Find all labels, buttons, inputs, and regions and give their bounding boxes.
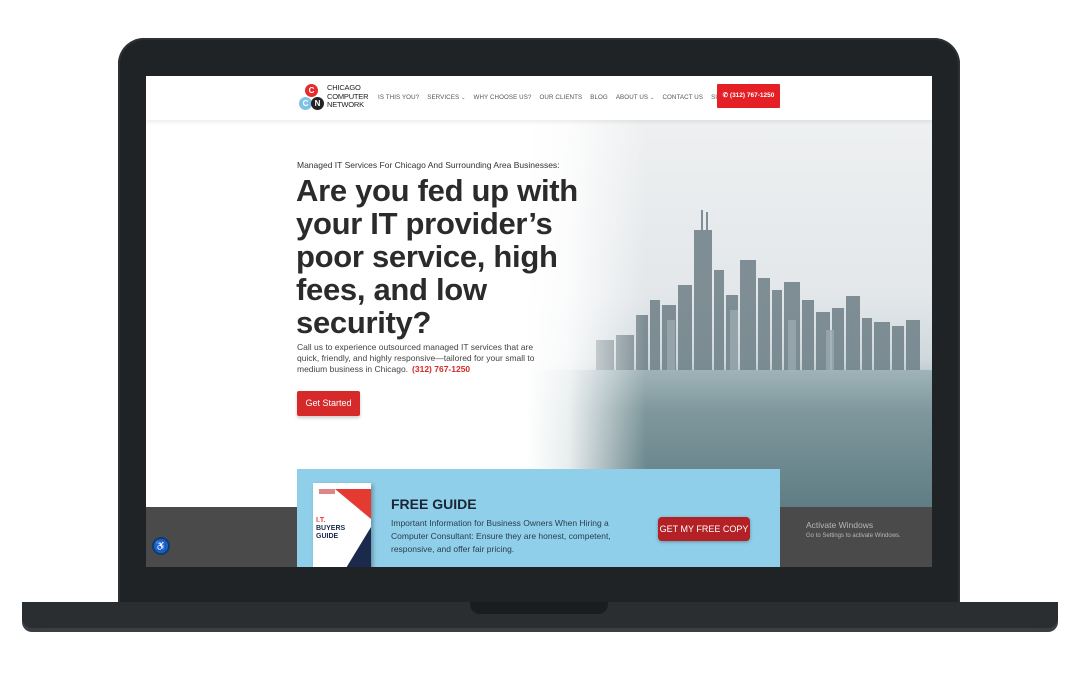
accessibility-icon[interactable]: ♿ bbox=[154, 539, 168, 553]
book-title-line: I.T. bbox=[316, 517, 326, 524]
nav-label: BLOG bbox=[590, 94, 608, 101]
nav-label: OUR CLIENTS bbox=[539, 94, 583, 101]
buyers-guide-book-image: I.T. BUYERS GUIDE bbox=[313, 483, 371, 567]
nav-label: IS THIS YOU? bbox=[378, 94, 420, 101]
book-graphic bbox=[343, 527, 371, 567]
laptop-foot bbox=[44, 628, 1036, 632]
logo-text: CHICAGO COMPUTER NETWORK bbox=[327, 83, 369, 110]
main-nav: IS THIS YOU? SERVICES ⌄ WHY CHOOSE US? OU… bbox=[378, 94, 742, 101]
book-logo bbox=[319, 489, 335, 494]
logo-line-3: NETWORK bbox=[327, 100, 364, 109]
nav-label: CONTACT US bbox=[662, 94, 704, 101]
book-title-line: BUYERS bbox=[316, 525, 346, 532]
logo-circle-c: C bbox=[305, 84, 318, 97]
nav-item-why-choose-us[interactable]: WHY CHOOSE US? bbox=[474, 94, 532, 101]
get-started-button[interactable]: Get Started bbox=[297, 391, 360, 416]
hero-title: Are you fed up with your IT provider’s p… bbox=[296, 173, 578, 340]
book-title-line: GUIDE bbox=[316, 533, 339, 540]
free-guide-card: I.T. BUYERS GUIDE FREE GUIDE Important I… bbox=[297, 469, 780, 567]
hero-description: Call us to experience outsourced managed… bbox=[297, 342, 537, 375]
nav-item-blog[interactable]: BLOG bbox=[590, 94, 608, 101]
screen: C C N CHICAGO COMPUTER NETWORK IS THIS Y… bbox=[146, 76, 932, 567]
chevron-down-icon: ⌄ bbox=[650, 95, 655, 101]
header-phone-button[interactable]: ✆ (312) 767-1250 bbox=[717, 84, 780, 108]
nav-label: WHY CHOOSE US? bbox=[473, 94, 532, 101]
nav-item-services[interactable]: SERVICES ⌄ bbox=[427, 94, 465, 101]
nav-item-about-us[interactable]: ABOUT US ⌄ bbox=[616, 94, 655, 101]
activation-subtitle: Go to Settings to activate Windows. bbox=[806, 533, 901, 539]
nav-label: SERVICES bbox=[427, 94, 460, 101]
hero-section: Managed IT Services For Chicago And Surr… bbox=[146, 120, 932, 507]
guide-description: Important Information for Business Owner… bbox=[391, 518, 611, 554]
activation-title: Activate Windows bbox=[806, 520, 874, 530]
book-graphic bbox=[335, 489, 371, 519]
logo-circle-n: N bbox=[311, 97, 324, 110]
guide-title: FREE GUIDE bbox=[391, 496, 477, 512]
book-title: I.T. BUYERS GUIDE bbox=[316, 517, 345, 541]
site-header: C C N CHICAGO COMPUTER NETWORK IS THIS Y… bbox=[146, 76, 932, 120]
nav-item-contact-us[interactable]: CONTACT US bbox=[662, 94, 703, 101]
windows-activation-notice: Activate Windows Go to Settings to activ… bbox=[806, 520, 901, 539]
phone-button-label: (312) 767-1250 bbox=[729, 92, 775, 99]
nav-label: ABOUT US bbox=[615, 94, 649, 101]
get-free-copy-button[interactable]: GET MY FREE COPY bbox=[658, 517, 750, 541]
hero-phone-link[interactable]: (312) 767-1250 bbox=[412, 364, 470, 374]
chevron-down-icon: ⌄ bbox=[461, 95, 466, 101]
site-logo[interactable]: C C N CHICAGO COMPUTER NETWORK bbox=[298, 82, 370, 116]
hero-subtitle: Managed IT Services For Chicago And Surr… bbox=[297, 160, 560, 170]
laptop-notch bbox=[470, 602, 608, 614]
phone-icon: ✆ bbox=[722, 92, 729, 99]
nav-item-is-this-you[interactable]: IS THIS YOU? bbox=[378, 94, 419, 101]
nav-item-our-clients[interactable]: OUR CLIENTS bbox=[540, 94, 583, 101]
